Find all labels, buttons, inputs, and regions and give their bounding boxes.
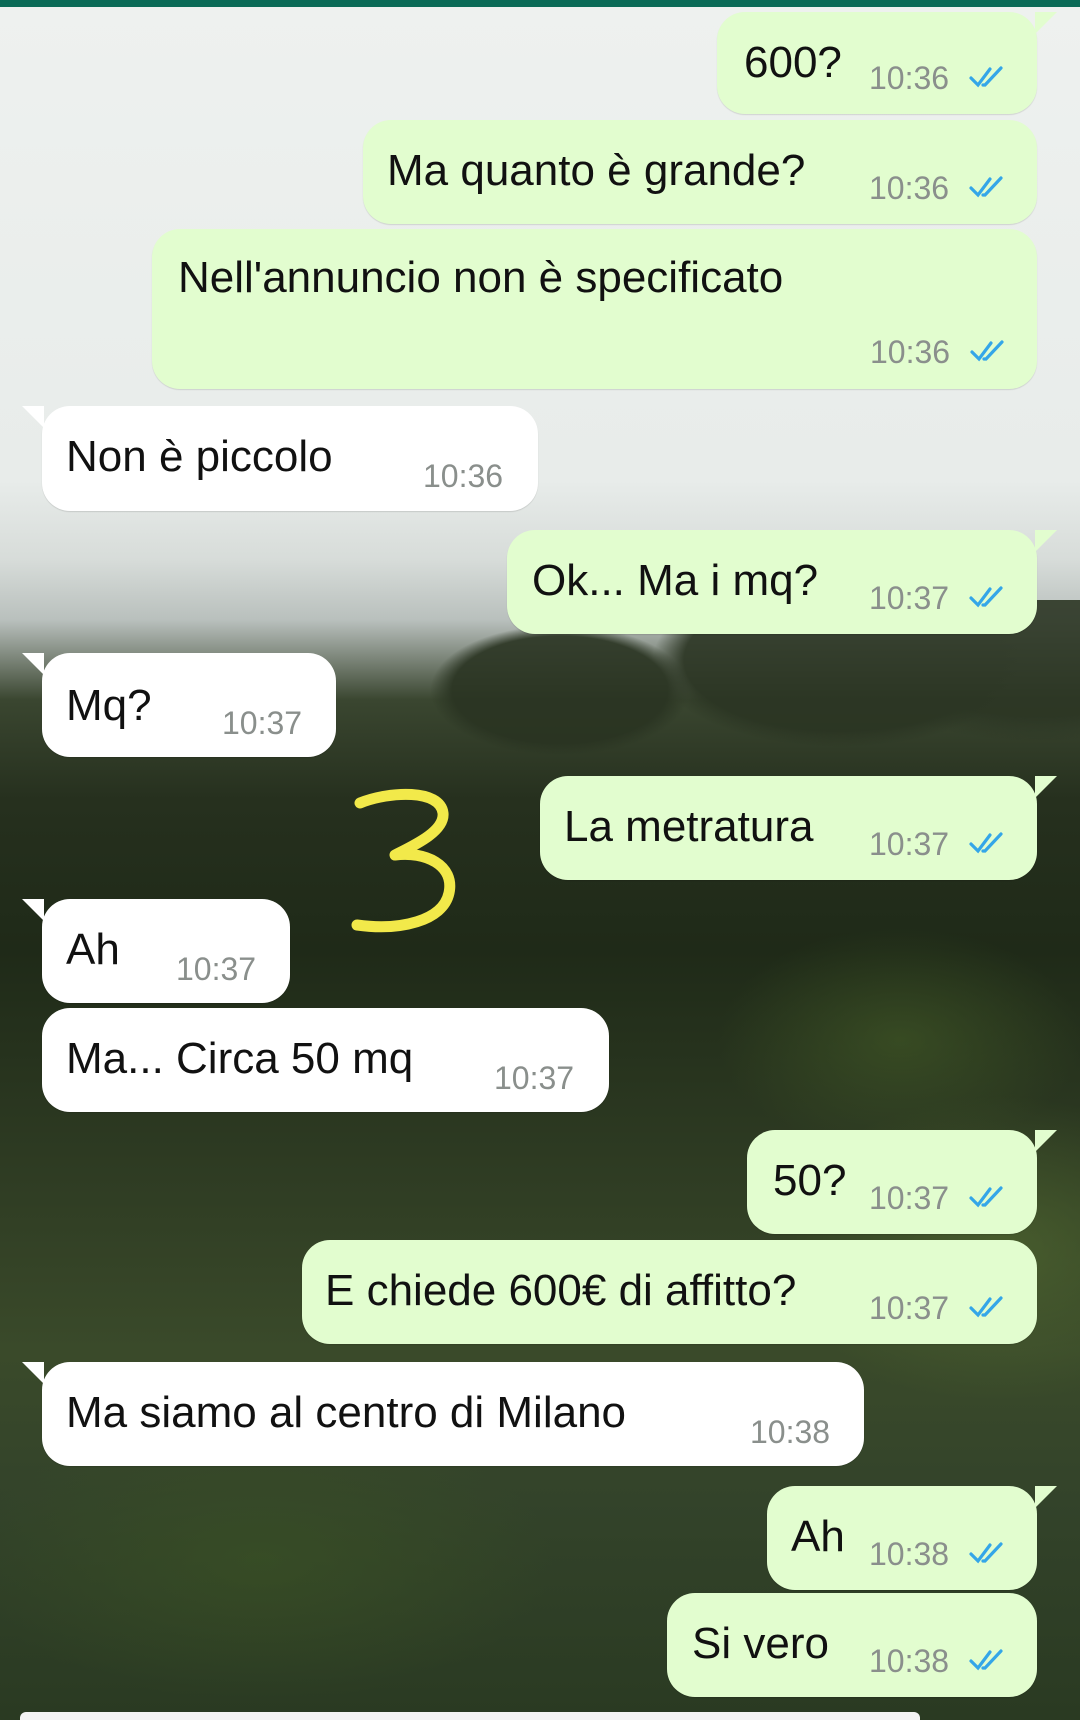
message-time: 10:38 (750, 1414, 831, 1450)
top-app-bar-edge (0, 0, 1080, 7)
message-bubble-outgoing[interactable]: E chiede 600€ di affitto? 10:37 (302, 1240, 1037, 1344)
message-text: Si vero (692, 1619, 829, 1668)
message-time: 10:38 (869, 1536, 950, 1572)
message-bubble-incoming[interactable]: Ma siamo al centro di Milano 10:38 (22, 1362, 864, 1466)
double-check-icon (969, 1296, 1003, 1318)
double-check-icon (969, 66, 1003, 88)
message-text: La metratura (564, 802, 814, 851)
message-time: 10:37 (222, 705, 303, 741)
message-time: 10:36 (423, 458, 504, 494)
message-text: 50? (773, 1156, 847, 1205)
double-check-icon (969, 586, 1003, 608)
message-bubble-incoming[interactable]: Ah 10:37 (22, 899, 290, 1003)
double-check-icon (970, 340, 1004, 362)
message-text: Ok... Ma i mq? (532, 556, 819, 605)
message-text: Mq? (66, 681, 152, 730)
handwritten-annotation: 3 (351, 788, 456, 933)
double-check-icon (969, 832, 1003, 854)
message-text: Ma... Circa 50 mq (66, 1034, 414, 1083)
message-time: 10:37 (176, 951, 257, 987)
double-check-icon (969, 1542, 1003, 1564)
message-time: 10:37 (869, 580, 950, 616)
message-bubble-outgoing[interactable]: Ma quanto è grande? 10:36 (363, 120, 1037, 224)
message-bubble-outgoing[interactable]: 600? 10:36 (717, 12, 1057, 114)
message-bubble-incoming[interactable]: Mq? 10:37 (22, 653, 336, 757)
message-text: Ma quanto è grande? (387, 146, 806, 195)
message-text: Nell'annuncio non è specificato (178, 253, 784, 302)
message-time: 10:36 (869, 60, 950, 96)
double-check-icon (969, 1649, 1003, 1671)
message-time: 10:36 (870, 334, 951, 370)
message-bubble-outgoing[interactable]: Nell'annuncio non è specificato 10:36 (152, 229, 1037, 389)
message-bubble-outgoing[interactable]: Si vero 10:38 (667, 1593, 1037, 1697)
message-bubble-incoming[interactable]: Ma... Circa 50 mq 10:37 (42, 1008, 609, 1112)
message-text: E chiede 600€ di affitto? (325, 1266, 797, 1315)
message-bubble-incoming[interactable]: Non è piccolo 10:36 (22, 406, 538, 511)
message-text: Ah (66, 925, 120, 974)
message-time: 10:36 (869, 170, 950, 206)
double-check-icon (969, 1186, 1003, 1208)
message-time: 10:37 (869, 1180, 950, 1216)
message-time: 10:37 (869, 826, 950, 862)
message-time: 10:38 (869, 1643, 950, 1679)
message-text: Ah (791, 1512, 845, 1561)
message-text: 600? (744, 38, 842, 87)
message-text: Ma siamo al centro di Milano (66, 1388, 627, 1437)
message-bubble-outgoing[interactable]: La metratura 10:37 (540, 776, 1057, 880)
message-bubble-outgoing[interactable]: Ok... Ma i mq? 10:37 (507, 530, 1057, 634)
message-bubble-outgoing[interactable]: Ah 10:38 (767, 1486, 1057, 1590)
double-check-icon (969, 176, 1003, 198)
message-input-bar-edge (20, 1712, 920, 1720)
message-time: 10:37 (869, 1290, 950, 1326)
message-bubble-outgoing[interactable]: 50? 10:37 (747, 1130, 1057, 1234)
message-time: 10:37 (494, 1060, 575, 1096)
message-text: Non è piccolo (66, 432, 333, 481)
